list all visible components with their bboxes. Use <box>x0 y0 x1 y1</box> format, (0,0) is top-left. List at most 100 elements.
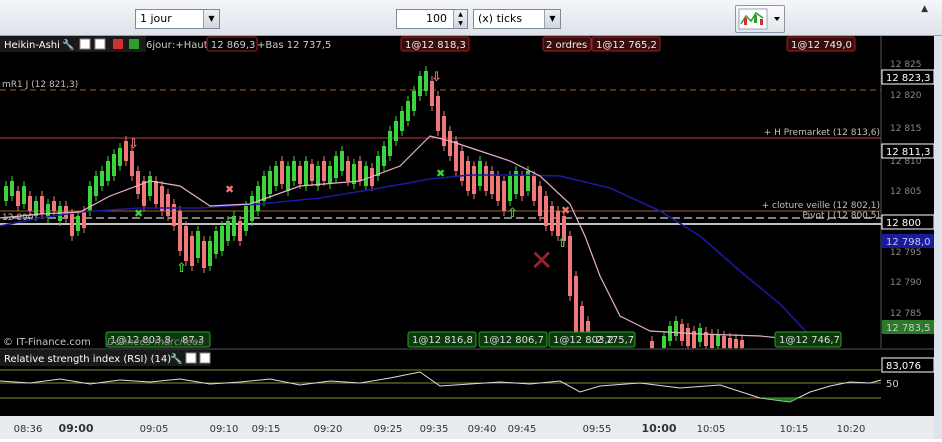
order-tag-label: 1@12 816,8 <box>412 335 473 346</box>
buy-arrow-icon: ⇧ <box>176 261 187 276</box>
candle-body <box>568 236 572 296</box>
candle-body <box>274 166 278 186</box>
candle-body <box>496 176 500 201</box>
candle-body <box>710 334 714 348</box>
large-cross-icon: ✕ <box>530 244 553 277</box>
time-tick-label: 10:20 <box>837 424 866 435</box>
candle-body <box>674 321 678 336</box>
toolbar: 1 jour ▼ 100 ▲ ▼ (x) ticks ▼ ▲ <box>0 0 942 36</box>
candle-body <box>442 116 446 146</box>
exit-cross-icon: ✖ <box>225 183 234 196</box>
candle-body <box>322 161 326 181</box>
sell-arrow-icon: ⇩ <box>431 70 442 85</box>
candle-body <box>178 211 182 251</box>
time-tick-label: 09:40 <box>468 424 497 435</box>
candle-body <box>280 161 284 184</box>
summary-high: :+Haut 12 869,3 <box>172 40 255 51</box>
candle-body <box>424 71 428 91</box>
last-price-value: 12 811,3 <box>886 147 931 158</box>
period-select[interactable]: 1 jour ▼ <box>135 9 220 29</box>
candle-body <box>136 171 140 194</box>
order-tag-label: 2 ordres <box>546 40 587 51</box>
vertical-scrollbar[interactable] <box>934 36 942 439</box>
candle-body <box>418 76 422 96</box>
time-tick-label: 09:45 <box>508 424 537 435</box>
price-tick-label: 12 790 <box>890 278 922 288</box>
candle-body <box>388 131 392 156</box>
candle-body <box>520 176 524 196</box>
candle-body <box>148 176 152 196</box>
candle-body <box>40 196 44 214</box>
candle-body <box>256 186 260 211</box>
rsi-level-label: 50 <box>886 379 899 390</box>
time-tick-label: 09:00 <box>58 422 93 435</box>
candle-body <box>106 161 110 181</box>
candle-body <box>412 91 416 111</box>
chevron-down-icon[interactable]: ▼ <box>203 10 219 28</box>
window-icon[interactable] <box>79 38 91 50</box>
properties-icon[interactable]: 🔧 <box>62 38 74 51</box>
time-tick-label: 09:10 <box>210 424 239 435</box>
candle-body <box>508 176 512 201</box>
candle-body <box>406 101 410 121</box>
tick-type-select[interactable]: (x) ticks ▼ <box>473 9 561 29</box>
chevron-up-icon[interactable]: ▲ <box>921 4 928 14</box>
tick-count-stepper[interactable]: 100 ▲ ▼ <box>396 9 468 29</box>
chevron-down-icon[interactable]: ▼ <box>544 10 560 28</box>
cloture-label: + cloture veille (12 802,1) <box>762 201 880 211</box>
candle-body <box>376 156 380 176</box>
candle-body <box>76 216 80 231</box>
candle-body <box>740 340 744 348</box>
summary-low: +Bas 12 737,5 <box>257 40 331 51</box>
candle-body <box>472 166 476 194</box>
candle-body <box>166 194 170 216</box>
price-ticks: 12 82512 82012 81512 81012 80512 80012 7… <box>890 60 922 319</box>
spinner-arrows-icon[interactable]: ▲ ▼ <box>453 10 467 28</box>
candlestick-chart-icon <box>738 8 780 30</box>
time-tick-label: 09:05 <box>140 424 169 435</box>
buy-order-icon[interactable] <box>129 39 139 49</box>
candle-body <box>662 336 666 348</box>
candle-body <box>262 176 266 201</box>
time-tick-label: 09:35 <box>420 424 449 435</box>
time-tick-label: 09:20 <box>314 424 343 435</box>
candle-body <box>364 166 368 186</box>
candle-body <box>328 166 332 184</box>
rsi-title: Relative strength index (RSI) (14) <box>4 354 171 365</box>
candle-body <box>16 191 20 206</box>
candle-body <box>334 156 338 178</box>
close-icon[interactable] <box>94 38 106 50</box>
candle-body <box>202 241 206 268</box>
sell-order-icon[interactable] <box>113 39 123 49</box>
candle-body <box>716 334 720 346</box>
candle-body <box>304 161 308 186</box>
candle-body <box>244 206 248 231</box>
buy-arrow-icon: ⇧ <box>557 236 568 251</box>
time-tick-label: 09:25 <box>374 424 403 435</box>
chart-panel[interactable]: mR1 J (12 821,3) + H Premarket (12 813,6… <box>0 36 942 439</box>
candle-body <box>220 226 224 251</box>
candle-body <box>64 206 68 218</box>
candle-body <box>734 339 738 348</box>
candle-body <box>52 201 56 211</box>
price-tick-label: 12 795 <box>890 248 922 258</box>
candle-body <box>650 341 654 348</box>
window-icon[interactable] <box>185 352 197 364</box>
exit-cross-icon: ✖ <box>561 204 570 217</box>
candle-body <box>502 181 506 211</box>
candle-body <box>394 121 398 141</box>
candle-body <box>112 154 116 176</box>
candle-body <box>94 176 98 196</box>
close-icon[interactable] <box>199 352 211 364</box>
chart-type-button[interactable] <box>735 5 785 33</box>
candle-body <box>532 176 536 201</box>
candle-body <box>292 161 296 181</box>
sell-arrow-icon: ⇩ <box>128 137 139 152</box>
properties-icon[interactable]: 🔧 <box>170 352 182 365</box>
tick-count-value: 100 <box>426 12 447 25</box>
price-tick-label: 12 785 <box>890 309 922 319</box>
candle-body <box>154 181 158 204</box>
candle-body <box>526 171 530 191</box>
period-value: 1 jour <box>140 12 172 25</box>
mr1-price-value: 12 823,3 <box>886 73 931 84</box>
